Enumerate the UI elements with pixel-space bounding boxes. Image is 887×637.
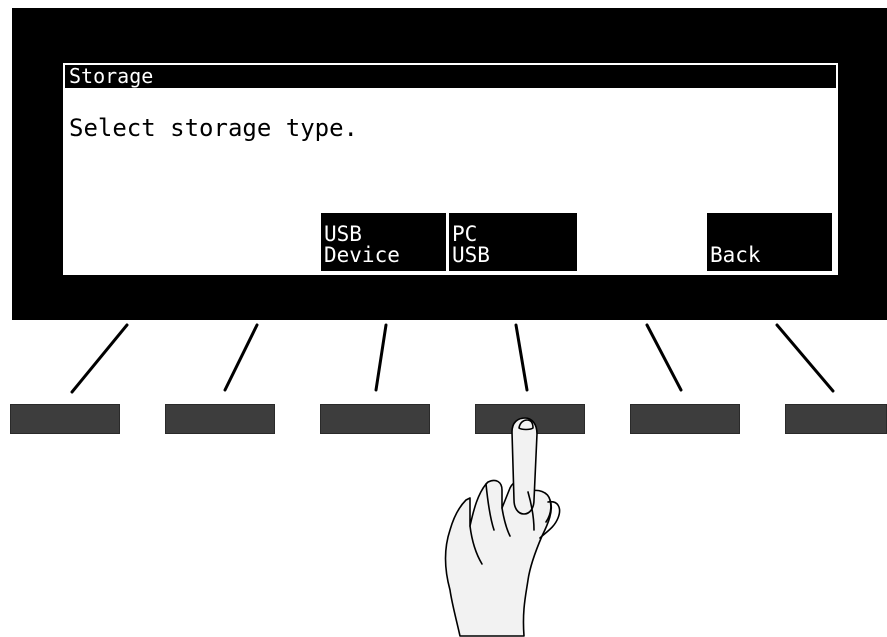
- leader-line-6: [775, 323, 835, 393]
- softkey-button-1[interactable]: [10, 404, 120, 434]
- softkey-button-2[interactable]: [165, 404, 275, 434]
- softkey-button-5[interactable]: [630, 404, 740, 434]
- screen-title: Storage: [69, 64, 154, 88]
- leader-line-2: [223, 323, 259, 392]
- softkey-label-line: PC: [452, 222, 478, 246]
- lcd-screen: Storage Select storage type. USB Device …: [63, 63, 838, 275]
- softkey-label-line: USB: [452, 243, 490, 267]
- leader-line-1: [70, 323, 129, 394]
- softkey-label-line: [710, 224, 832, 245]
- softkey-label-usb-device: USB Device: [321, 213, 446, 271]
- pointing-hand-icon: [444, 417, 561, 637]
- leader-line-5: [645, 323, 683, 392]
- leader-line-4: [514, 323, 529, 392]
- softkey-button-3[interactable]: [320, 404, 430, 434]
- screen-title-bar: Storage: [65, 65, 836, 88]
- softkey-label-pc-usb: PC USB: [449, 213, 577, 271]
- softkey-label-back: Back: [707, 213, 832, 271]
- softkey-button-6[interactable]: [785, 404, 887, 434]
- softkey-label-line: Device: [324, 243, 400, 267]
- softkey-label-line: USB: [324, 222, 362, 246]
- leader-line-3: [374, 323, 388, 392]
- softkey-label-line: Back: [710, 243, 761, 267]
- screen-message: Select storage type.: [69, 114, 358, 142]
